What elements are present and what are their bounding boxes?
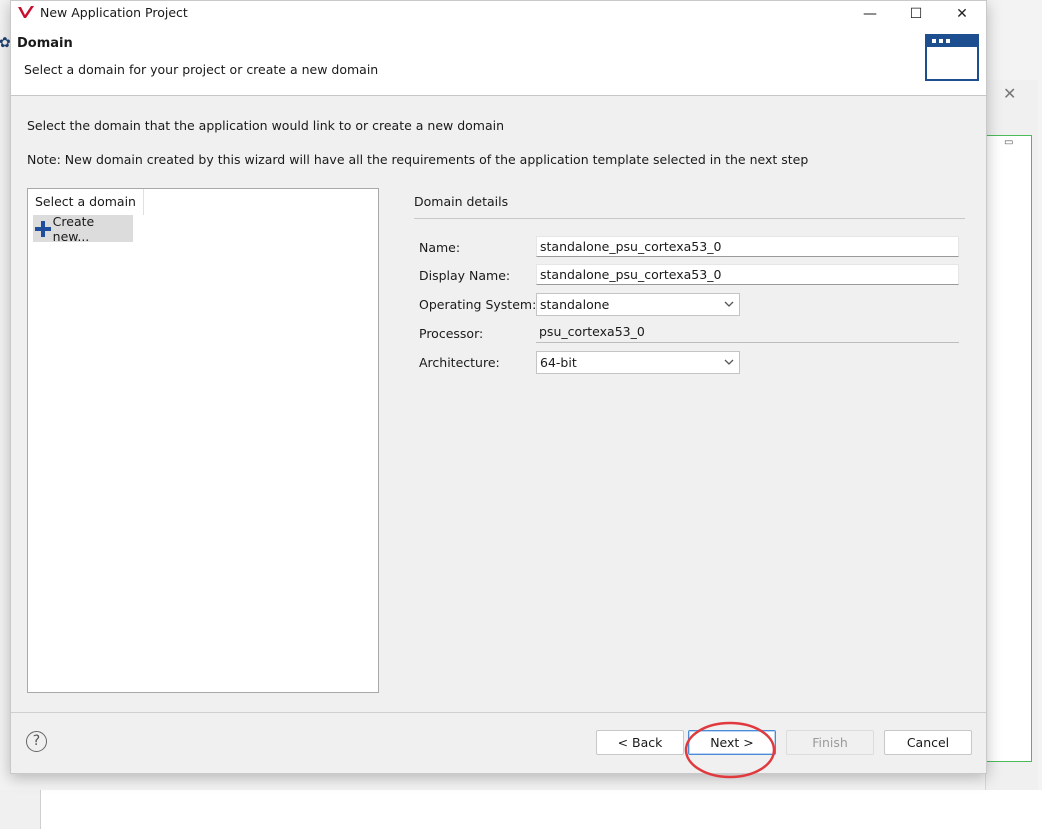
operating-system-value: standalone (540, 297, 610, 312)
chevron-down-icon (724, 301, 734, 307)
help-icon[interactable]: ? (26, 731, 47, 752)
close-button[interactable]: ✕ (939, 1, 985, 26)
architecture-value: 64-bit (540, 355, 577, 370)
back-button[interactable]: < Back (596, 730, 684, 755)
domain-list-header: Select a domain (28, 189, 144, 215)
cancel-button[interactable]: Cancel (884, 730, 972, 755)
minimize-button[interactable]: — (847, 1, 893, 26)
details-separator (414, 218, 965, 219)
display-name-label: Display Name: (419, 268, 511, 283)
note-text: Note: New domain created by this wizard … (27, 152, 809, 167)
wizard-header: ✿ Domain Select a domain for your projec… (0, 26, 986, 96)
background-bottom-left (0, 790, 41, 829)
architecture-select[interactable]: 64-bit (536, 351, 740, 374)
page-subtitle: Select a domain for your project or crea… (24, 62, 379, 77)
next-button[interactable]: Next > (688, 730, 776, 755)
page-title: Domain (17, 36, 73, 51)
plus-icon (35, 220, 51, 237)
background-close-icon[interactable]: ✕ (1003, 84, 1016, 103)
create-new-domain-item[interactable]: Create new... (33, 213, 133, 244)
vitis-logo-icon (18, 6, 34, 18)
name-label: Name: (419, 240, 461, 255)
processor-label: Processor: (419, 326, 484, 341)
create-new-label: Create new... (52, 213, 95, 244)
window-title: New Application Project (40, 5, 188, 20)
background-left-strip (0, 30, 10, 790)
domain-list[interactable]: Select a domain Create new... (27, 188, 379, 693)
processor-field: psu_cortexa53_0 (536, 322, 959, 343)
chevron-down-icon (724, 359, 734, 365)
background-restore-icon[interactable]: ▭ (1004, 137, 1013, 148)
window-banner-icon (925, 34, 979, 81)
intro-text: Select the domain that the application w… (27, 118, 505, 133)
title-bar: New Application Project — ☐ ✕ (11, 1, 986, 26)
display-name-field[interactable]: standalone_psu_cortexa53_0 (536, 264, 959, 285)
architecture-label: Architecture: (419, 355, 500, 370)
operating-system-select[interactable]: standalone (536, 293, 740, 316)
operating-system-label: Operating System: (419, 297, 537, 312)
background-green-panel (985, 135, 1032, 762)
maximize-button[interactable]: ☐ (893, 1, 939, 26)
background-bottom-area (0, 790, 1042, 829)
name-field[interactable]: standalone_psu_cortexa53_0 (536, 236, 959, 257)
gear-icon: ✿ (0, 35, 11, 51)
finish-button: Finish (786, 730, 874, 755)
domain-details-title: Domain details (414, 194, 509, 209)
footer-separator (11, 712, 986, 713)
new-application-project-dialog: New Application Project — ☐ ✕ ✿ Domain S… (0, 0, 987, 774)
